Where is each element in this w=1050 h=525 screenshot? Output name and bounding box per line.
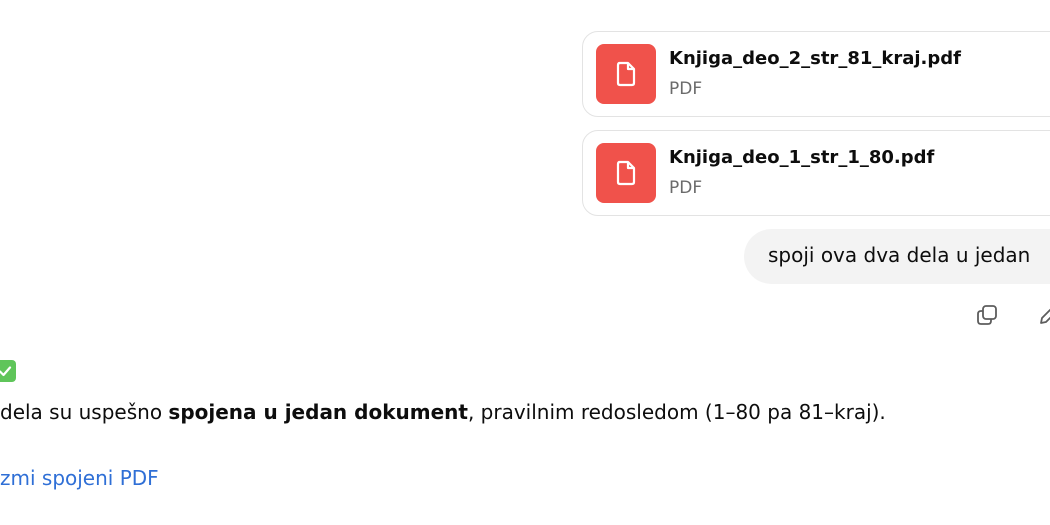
edit-icon[interactable]: [1034, 300, 1050, 330]
attachment-file-type: PDF: [669, 79, 703, 99]
assistant-text-start: dela su uspešno: [0, 400, 169, 424]
download-merged-pdf-link[interactable]: zmi spojeni PDF: [0, 466, 159, 490]
check-mark-icon: [0, 360, 16, 382]
assistant-text-bold: spojena u jedan dokument: [168, 400, 468, 424]
attachment-card[interactable]: Knjiga_deo_1_str_1_80.pdf PDF: [582, 130, 1050, 216]
assistant-message: dela su uspešno spojena u jedan dokument…: [0, 400, 886, 424]
attachment-card[interactable]: Knjiga_deo_2_str_81_kraj.pdf PDF: [582, 31, 1050, 117]
attachment-file-name: Knjiga_deo_2_str_81_kraj.pdf: [669, 48, 961, 69]
document-icon: [596, 44, 656, 104]
attachment-file-name: Knjiga_deo_1_str_1_80.pdf: [669, 147, 935, 168]
user-message-bubble: spoji ova dva dela u jedan: [744, 229, 1050, 284]
copy-icon[interactable]: [972, 300, 1002, 330]
document-icon: [596, 143, 656, 203]
assistant-text-end: , pravilnim redosledom (1–80 pa 81–kraj)…: [467, 400, 886, 424]
chat-page: Knjiga_deo_2_str_81_kraj.pdf PDF Knjiga_…: [0, 0, 1050, 525]
attachment-file-type: PDF: [669, 178, 703, 198]
